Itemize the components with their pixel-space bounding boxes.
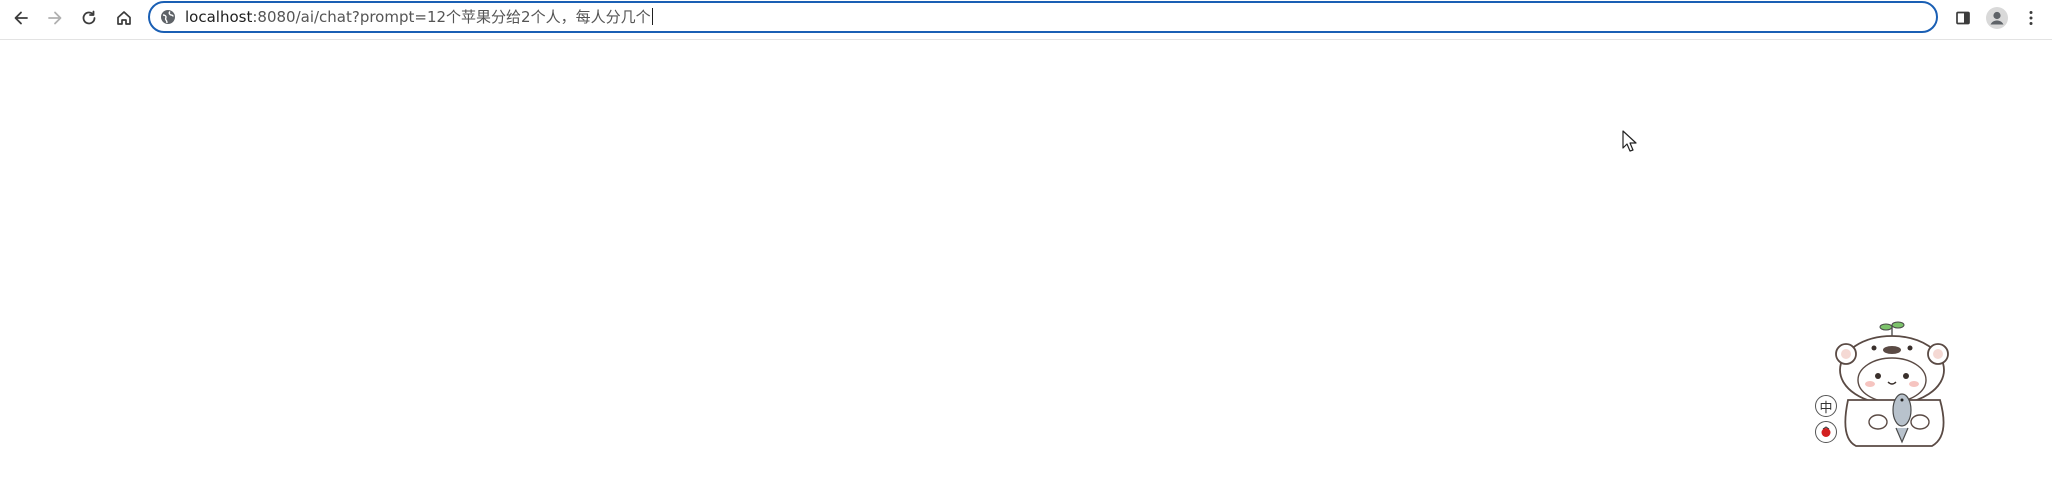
browser-menu-button[interactable] — [2016, 3, 2046, 33]
browser-toolbar: localhost:8080/ai/chat?prompt=12个苹果分给2个人… — [0, 0, 2052, 40]
page-content — [0, 40, 2052, 480]
bear-mascot-icon[interactable] — [1812, 318, 1982, 450]
reload-icon — [82, 10, 96, 25]
reload-button[interactable] — [74, 3, 104, 33]
url-host: localhost — [185, 8, 253, 26]
url-path: :8080/ai/chat?prompt=12个苹果分给2个人，每人分几个 — [252, 8, 651, 26]
text-caret — [651, 8, 653, 25]
profile-avatar-icon — [1986, 7, 2008, 29]
profile-button[interactable] — [1982, 3, 2012, 33]
address-bar[interactable]: localhost:8080/ai/chat?prompt=12个苹果分给2个人… — [148, 1, 1938, 33]
side-panel-button[interactable] — [1948, 3, 1978, 33]
forward-button[interactable] — [40, 3, 70, 33]
arrow-right-icon — [48, 11, 62, 25]
side-panel-icon — [1956, 11, 1970, 25]
kebab-menu-icon — [2029, 11, 2033, 25]
back-button[interactable] — [6, 3, 36, 33]
home-button[interactable] — [109, 3, 139, 33]
home-icon — [117, 11, 131, 25]
mouse-cursor-icon — [1622, 130, 1637, 152]
arrow-left-icon — [14, 11, 28, 25]
url-text[interactable]: localhost:8080/ai/chat?prompt=12个苹果分给2个人… — [185, 7, 653, 27]
site-info-icon[interactable] — [160, 9, 176, 25]
